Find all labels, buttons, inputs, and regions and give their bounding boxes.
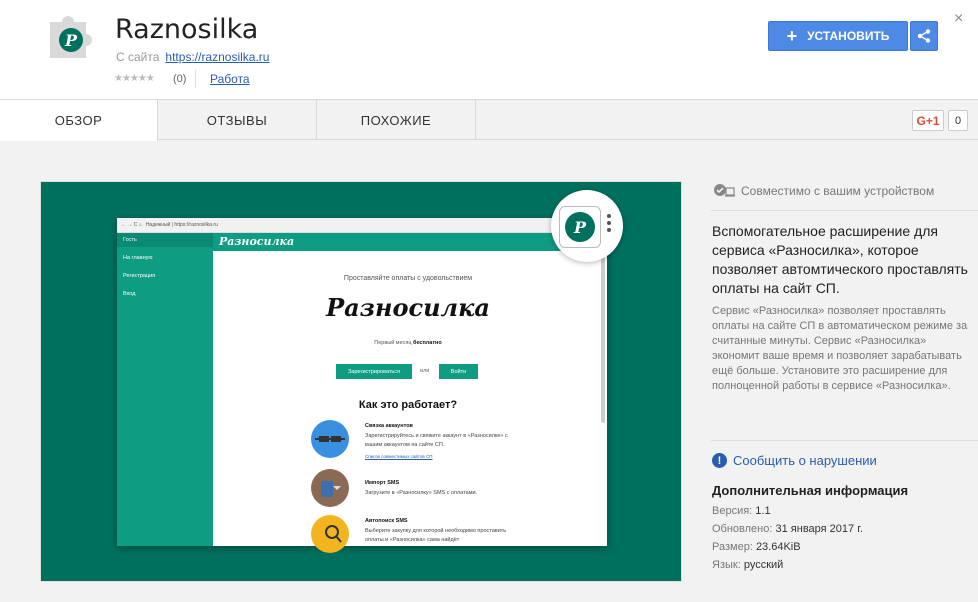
alert-icon: ! xyxy=(712,453,727,468)
mock-main: Проставляйте оплаты с удовольствием Разн… xyxy=(213,251,607,553)
divider xyxy=(711,440,978,441)
info-language: Язык: русский xyxy=(712,559,784,571)
plus-icon: + xyxy=(786,26,798,46)
install-label: УСТАНОВИТЬ xyxy=(807,29,890,43)
mock-first-month: Первый месяц бесплатно xyxy=(374,340,442,346)
step-title: Автопоиск SMS xyxy=(365,518,408,524)
rating-divider xyxy=(195,70,196,88)
info-version: Версия: 1.1 xyxy=(712,505,771,517)
tab-bar: ОБЗОР ОТЗЫВЫ ПОХОЖИЕ xyxy=(0,100,978,141)
mock-sidebar-item: На главную xyxy=(123,255,153,261)
mock-register-button: Зарегистрироваться xyxy=(336,364,412,379)
mock-subtitle: Проставляйте оплаты с удовольствием xyxy=(343,275,473,282)
site-link[interactable]: https://raznosilka.ru xyxy=(165,50,269,64)
tab-reviews[interactable]: ОТЗЫВЫ xyxy=(158,100,317,140)
from-site: С сайта https://raznosilka.ru xyxy=(116,50,269,64)
additional-info-title: Дополнительная информация xyxy=(712,483,909,498)
description-lead: Вспомогательное расширение для сервиса «… xyxy=(712,223,968,296)
tab-related[interactable]: ПОХОЖИЕ xyxy=(317,100,476,140)
from-site-label: С сайта xyxy=(116,50,160,64)
sms-import-icon xyxy=(311,469,349,507)
mock-or-text: или xyxy=(420,368,430,374)
report-abuse-link[interactable]: ! Сообщить о нарушении xyxy=(712,453,877,468)
mock-top-brand: Разносилка xyxy=(213,233,607,251)
mock-sidebar-item: Гость xyxy=(117,233,213,247)
info-size: Размер: 23.64KiB xyxy=(712,541,801,553)
svg-text:P: P xyxy=(64,31,78,50)
step-text: Загрузите в «Разносилку» SMS с оплатами. xyxy=(365,490,478,496)
mock-sidebar: Гость На главную Регистрация Вход xyxy=(117,233,213,546)
screenshot-preview[interactable]: ← → C ⌂ Надежный | https://raznosilka.ru… xyxy=(40,181,682,582)
report-label: Сообщить о нарушении xyxy=(733,453,877,468)
close-icon[interactable]: × xyxy=(954,10,963,28)
mock-sidebar-item: Регистрация xyxy=(123,273,156,279)
extension-toolbar-bubble: P xyxy=(551,190,623,262)
rating-count[interactable]: (0) xyxy=(173,73,186,85)
mock-logo: Разносилка xyxy=(326,293,490,322)
google-plus-count: 0 xyxy=(948,110,968,131)
share-icon xyxy=(917,29,931,43)
device-check-icon xyxy=(714,184,735,197)
step-text: Выберите закупку для которой необходимо … xyxy=(365,528,507,543)
raznosilka-logo-icon: P xyxy=(565,212,595,242)
browser-address-bar: ← → C ⌂ Надежный | https://raznosilka.ru xyxy=(117,218,607,233)
google-plus-button[interactable]: G+1 xyxy=(912,110,944,131)
compatibility-notice: Совместимо с вашим устройством xyxy=(713,183,934,199)
info-updated: Обновлено: 31 января 2017 г. xyxy=(712,523,863,535)
puzzle-extension-icon: P xyxy=(50,16,92,58)
step-title: Импорт SMS xyxy=(365,480,400,486)
compat-text: Совместимо с вашим устройством xyxy=(741,184,935,198)
install-button[interactable]: + УСТАНОВИТЬ xyxy=(768,21,908,51)
mock-sidebar-item: Вход xyxy=(123,291,136,297)
tab-overview[interactable]: ОБЗОР xyxy=(0,100,158,141)
address-text: Надежный | https://raznosilka.ru xyxy=(145,222,218,228)
step-text: Зарегистрируйтесь и свяжите аккаунт в «Р… xyxy=(365,433,508,448)
step-link: Список совместимых сайтов СП xyxy=(365,454,433,459)
mock-how-title: Как это работает? xyxy=(358,399,458,411)
kebab-menu-icon xyxy=(607,214,611,235)
sms-search-icon xyxy=(311,515,349,553)
mock-login-button: Войти xyxy=(439,364,478,379)
nav-arrows-icon: ← → C ⌂ xyxy=(121,222,142,228)
description-body: Сервис «Разносилка» позволяет проставлят… xyxy=(712,305,968,392)
step-title: Связка аккаунтов xyxy=(365,423,413,429)
category-link[interactable]: Работа xyxy=(210,72,250,86)
plug-icon xyxy=(311,420,349,458)
share-button[interactable] xyxy=(910,21,938,51)
rating-stars-icon: ★★★★★ xyxy=(114,73,155,84)
extension-header: P Raznosilka С сайта https://raznosilka.r… xyxy=(0,0,978,100)
browser-mockup: ← → C ⌂ Надежный | https://raznosilka.ru… xyxy=(117,218,607,553)
divider xyxy=(711,210,978,211)
extension-title: Raznosilka xyxy=(115,14,259,45)
